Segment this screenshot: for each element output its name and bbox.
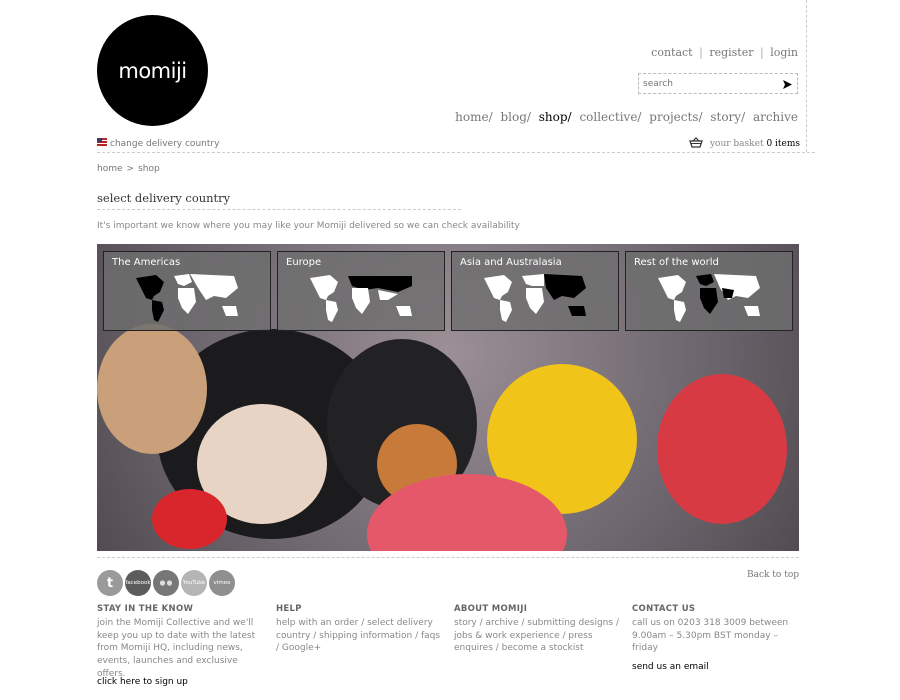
footer-text: join the Momiji Collective and we'll kee… bbox=[97, 617, 256, 679]
nav-collective[interactable]: collective/ bbox=[579, 110, 641, 124]
contact-link[interactable]: contact bbox=[651, 46, 692, 59]
intro-text: It's important we know where you may lik… bbox=[97, 221, 520, 231]
region-label: Asia and Australasia bbox=[460, 257, 562, 268]
footer-heading: ABOUT MOMIJI bbox=[454, 604, 528, 614]
back-to-top-link[interactable]: Back to top bbox=[747, 570, 799, 580]
nav-home[interactable]: home/ bbox=[455, 110, 492, 124]
footer-divider bbox=[97, 557, 799, 558]
breadcrumb-home[interactable]: home bbox=[97, 164, 123, 174]
footer-about-links[interactable]: story / archive / submitting designs / j… bbox=[454, 617, 622, 655]
facebook-icon[interactable]: facebook bbox=[125, 570, 151, 596]
world-map-americas-icon bbox=[136, 274, 238, 322]
breadcrumb-separator: > bbox=[126, 164, 135, 174]
flickr-dots-icon bbox=[159, 580, 173, 586]
region-europe[interactable]: Europe bbox=[277, 251, 445, 331]
twitter-icon[interactable]: t bbox=[97, 570, 123, 596]
youtube-icon[interactable]: YouTube bbox=[181, 570, 207, 596]
us-flag-icon bbox=[97, 138, 107, 146]
region-asia-and-australasia[interactable]: Asia and Australasia bbox=[451, 251, 619, 331]
doll-heart bbox=[152, 489, 227, 549]
separator: | bbox=[699, 46, 703, 59]
region-rest-of-the-world[interactable]: Rest of the world bbox=[625, 251, 793, 331]
footer-about: ABOUT MOMIJI story / archive / submittin… bbox=[454, 603, 622, 655]
momiji-logo[interactable]: momiji bbox=[97, 15, 208, 126]
basket-count: 0 items bbox=[766, 139, 800, 149]
footer-heading: HELP bbox=[276, 604, 302, 614]
separator: | bbox=[759, 46, 764, 59]
search-submit-icon[interactable] bbox=[782, 79, 793, 90]
page-title: select delivery country bbox=[97, 191, 461, 210]
register-link[interactable]: register bbox=[709, 46, 753, 59]
main-nav: home/ blog/ shop/ collective/ projects/ … bbox=[451, 110, 798, 124]
login-link[interactable]: login bbox=[770, 46, 798, 59]
basket-icon[interactable] bbox=[689, 137, 703, 148]
world-map-asia-icon bbox=[484, 274, 586, 322]
nav-shop[interactable]: shop/ bbox=[539, 110, 572, 124]
social-links: t facebook YouTube vimeo bbox=[97, 570, 235, 596]
doll-head-red bbox=[657, 374, 787, 524]
header-divider bbox=[806, 0, 807, 152]
breadcrumb: home > shop bbox=[97, 164, 160, 174]
nav-story[interactable]: story/ bbox=[710, 110, 745, 124]
change-delivery-country-link[interactable]: change delivery country bbox=[110, 139, 219, 149]
doll-head-blonde bbox=[97, 324, 207, 454]
flickr-icon[interactable] bbox=[153, 570, 179, 596]
footer-heading: CONTACT US bbox=[632, 604, 696, 614]
nav-archive[interactable]: archive bbox=[753, 110, 798, 124]
footer-help-links[interactable]: help with an order / select delivery cou… bbox=[276, 617, 444, 655]
logo-text: momiji bbox=[118, 58, 187, 83]
region-the-americas[interactable]: The Americas bbox=[103, 251, 271, 331]
footer-help: HELP help with an order / select deliver… bbox=[276, 603, 444, 655]
delivery-bar: change delivery country your basket 0 it… bbox=[97, 137, 815, 153]
region-label: The Americas bbox=[112, 257, 181, 268]
search-input[interactable] bbox=[639, 74, 769, 93]
breadcrumb-current: shop bbox=[138, 164, 160, 174]
footer-stay-in-the-know: STAY IN THE KNOW join the Momiji Collect… bbox=[97, 603, 265, 681]
footer-heading: STAY IN THE KNOW bbox=[97, 604, 194, 614]
world-map-europe-icon bbox=[310, 275, 412, 322]
region-label: Rest of the world bbox=[634, 257, 719, 268]
top-links: contact | register | login bbox=[651, 46, 798, 59]
vimeo-icon[interactable]: vimeo bbox=[209, 570, 235, 596]
search-box bbox=[638, 73, 798, 94]
basket-label: your basket bbox=[709, 139, 764, 149]
nav-projects[interactable]: projects/ bbox=[649, 110, 702, 124]
region-label: Europe bbox=[286, 257, 322, 268]
hero-image: The Americas Europe Asia and Australasia bbox=[97, 244, 799, 551]
nav-blog[interactable]: blog/ bbox=[500, 110, 530, 124]
world-map-rest-icon bbox=[658, 274, 760, 322]
sign-up-link[interactable]: click here to sign up bbox=[97, 677, 188, 687]
email-link[interactable]: send us an email bbox=[632, 661, 800, 674]
footer-text: call us on 0203 318 3009 between 9.00am … bbox=[632, 617, 789, 654]
footer-contact: CONTACT US call us on 0203 318 3009 betw… bbox=[632, 603, 800, 674]
basket-summary[interactable]: your basket 0 items bbox=[710, 139, 800, 149]
